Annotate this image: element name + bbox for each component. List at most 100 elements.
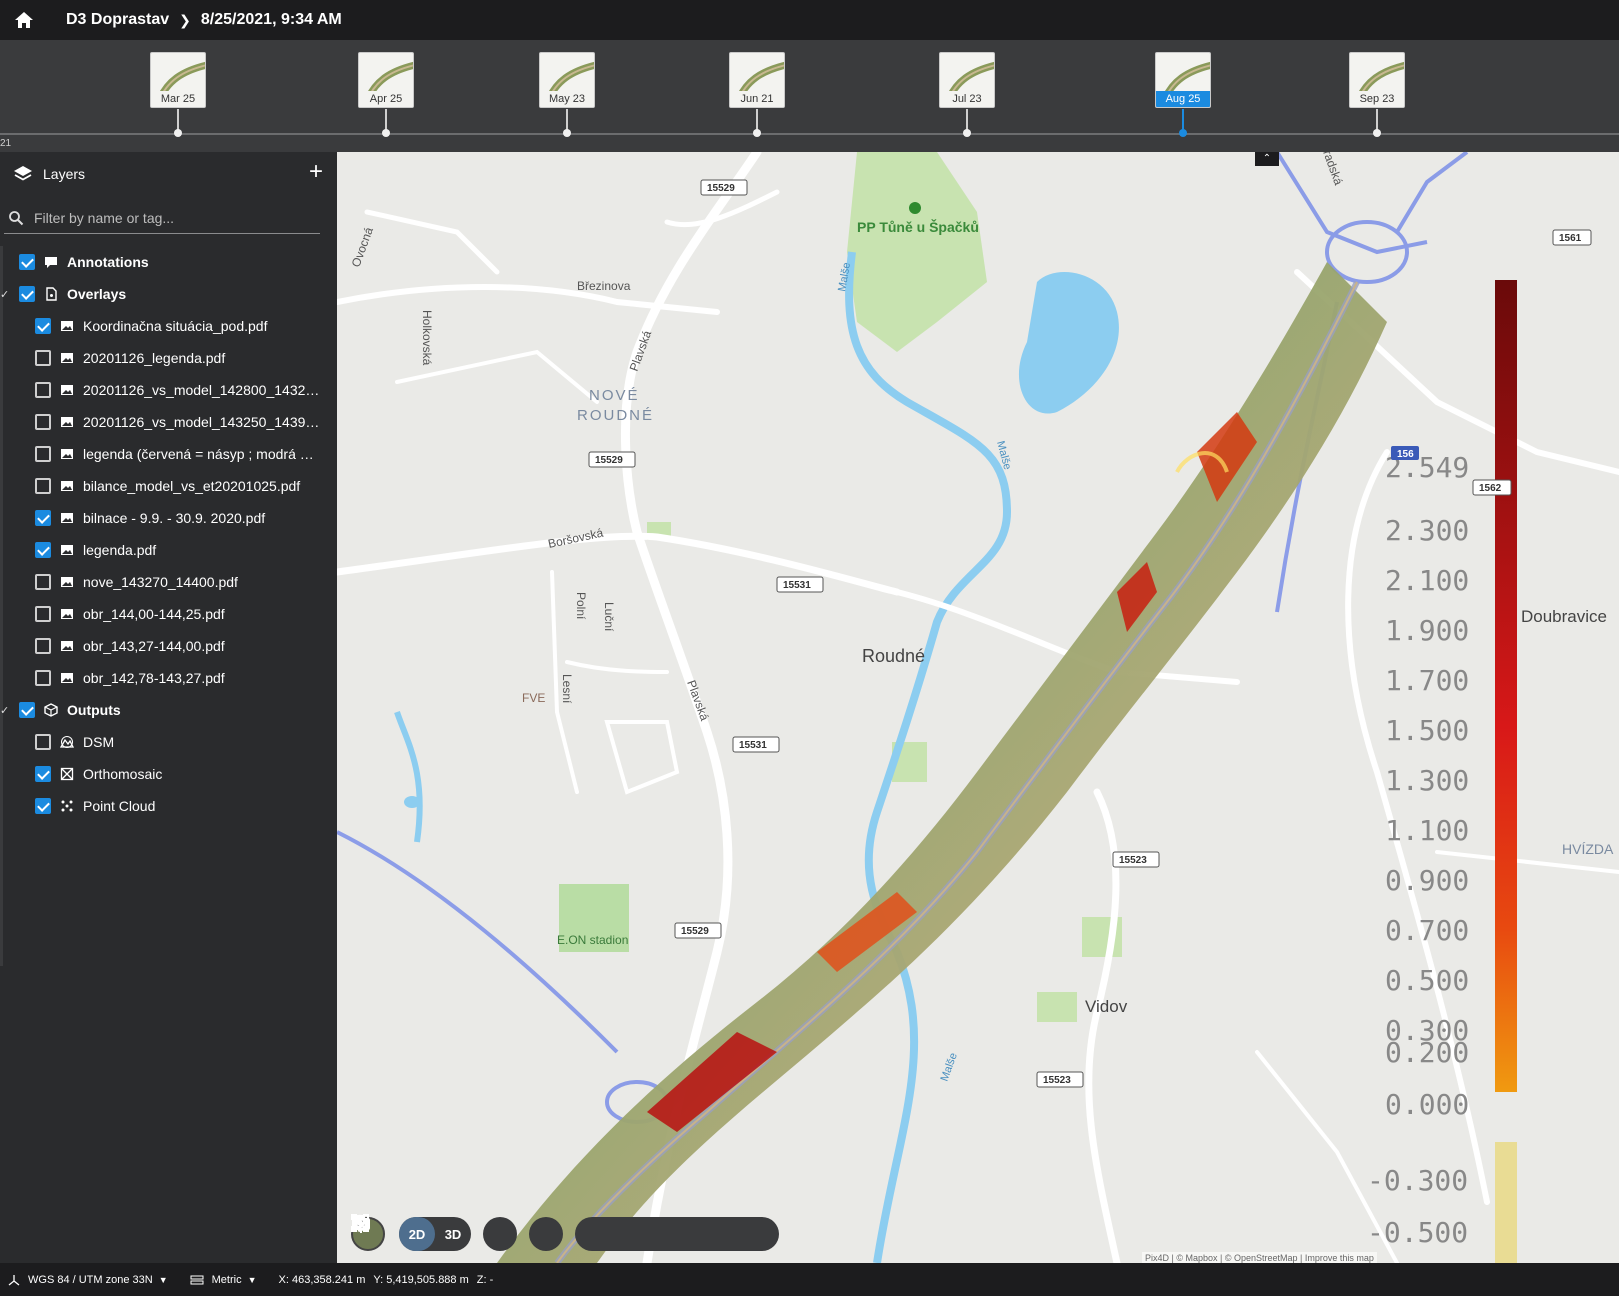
map-attribution[interactable]: Pix4D | © Mapbox | © OpenStreetMap | Imp… (1142, 1252, 1377, 1263)
timeline-dot[interactable] (1179, 129, 1187, 137)
timeline-thumbnail[interactable]: Sep 23 (1349, 52, 1405, 108)
overlay-item[interactable]: obr_144,00-144,25.pdf (0, 598, 337, 630)
overlay-item[interactable]: legenda.pdf (0, 534, 337, 566)
timeline-dot[interactable] (1373, 129, 1381, 137)
layer-group-overlays[interactable]: ✓ Overlays (0, 278, 337, 310)
checkbox[interactable] (35, 606, 51, 622)
layer-group-outputs[interactable]: ✓ Outputs (0, 694, 337, 726)
overlay-item[interactable]: obr_143,27-144,00.pdf (0, 630, 337, 662)
legend-tick: 1.100 (1385, 814, 1469, 847)
collapse-timeline-button[interactable]: ⌃ (1255, 152, 1279, 166)
mode-3d-button[interactable]: 3D (435, 1217, 471, 1251)
checkbox[interactable] (35, 670, 51, 686)
timeline-item[interactable]: Jun 21 (729, 52, 787, 137)
timeline-thumbnail[interactable]: Aug 25 (1155, 52, 1211, 108)
layer-search-input[interactable] (34, 209, 304, 226)
overlay-item[interactable]: 20201126_vs_model_142800_143200.pdf (0, 374, 337, 406)
settings-button[interactable] (353, 1216, 563, 1251)
lake (1018, 272, 1119, 414)
timeline-dot[interactable] (963, 129, 971, 137)
units-selector[interactable]: Metric ▼ (190, 1274, 257, 1286)
breadcrumb-date[interactable]: 8/25/2021, 9:34 AM (201, 11, 342, 29)
map-view[interactable]: 2.549 2.300 2.100 1.900 1.700 1.500 1.30… (337, 152, 1619, 1263)
timeline-thumbnail[interactable]: Apr 25 (358, 52, 414, 108)
legend-tick: 2.300 (1385, 514, 1469, 547)
timeline-dot[interactable] (753, 129, 761, 137)
timeline-thumbnail[interactable]: Jul 23 (939, 52, 995, 108)
image-icon (61, 609, 73, 619)
timeline-item[interactable]: May 23 (539, 52, 597, 137)
overlay-item[interactable]: nove_143270_14400.pdf (0, 566, 337, 598)
checkbox[interactable] (35, 446, 51, 462)
map-canvas[interactable]: 2.549 2.300 2.100 1.900 1.700 1.500 1.30… (337, 152, 1619, 1263)
zoom-out-button[interactable] (352, 1215, 773, 1251)
expand-arrow-icon[interactable]: ✓ (0, 288, 9, 301)
timeline-stem (1182, 109, 1184, 131)
checkbox[interactable] (35, 638, 51, 654)
timeline-item[interactable]: Sep 23 (1349, 52, 1407, 137)
checkbox[interactable] (35, 734, 51, 750)
overlay-item[interactable]: 20201126_vs_model_143250_143950.pdf (0, 406, 337, 438)
output-item-orthomosaic[interactable]: Orthomosaic (0, 758, 337, 790)
timeline-thumbnail[interactable]: Jun 21 (729, 52, 785, 108)
zoom-in-button[interactable] (352, 1215, 741, 1251)
overlay-item[interactable]: obr_142,78-143,27.pdf (0, 662, 337, 694)
bookmark-button[interactable] (352, 1215, 613, 1251)
timeline-item[interactable]: Mar 25 (150, 52, 208, 137)
home-button[interactable] (0, 0, 48, 40)
checkbox[interactable] (35, 510, 51, 526)
checkbox[interactable] (35, 382, 51, 398)
label-vidov: Vidov (1085, 997, 1128, 1016)
checkbox[interactable] (35, 478, 51, 494)
timeline-stem (1376, 109, 1378, 131)
checkbox[interactable] (35, 574, 51, 590)
layer-label: obr_143,27-144,00.pdf (83, 638, 225, 654)
checkbox[interactable] (35, 766, 51, 782)
layer-label: nove_143270_14400.pdf (83, 574, 238, 590)
timeline-dot[interactable] (382, 129, 390, 137)
north-arrow-button[interactable] (352, 1214, 517, 1251)
timeline-item[interactable]: Jul 23 (939, 52, 997, 137)
checkbox[interactable] (35, 798, 51, 814)
checkbox[interactable] (35, 350, 51, 366)
checkbox[interactable] (35, 542, 51, 558)
layer-group-annotations[interactable]: Annotations (0, 246, 337, 278)
checkbox-outputs[interactable] (19, 702, 35, 718)
locate-button[interactable] (352, 1215, 677, 1251)
checkbox-annotations[interactable] (19, 254, 35, 270)
image-icon (61, 513, 73, 523)
overlay-item[interactable]: Koordinačna situácia_pod.pdf (0, 310, 337, 342)
timeline-date-label: Sep 23 (1350, 91, 1404, 107)
timeline-dot[interactable] (563, 129, 571, 137)
output-item-point-cloud[interactable]: Point Cloud (0, 790, 337, 822)
expand-arrow-icon[interactable]: ✓ (0, 704, 9, 717)
checkbox-overlays[interactable] (19, 286, 35, 302)
timeline-thumbnail[interactable]: May 23 (539, 52, 595, 108)
checkbox[interactable] (35, 318, 51, 334)
overlay-item[interactable]: bilance_model_vs_et20201025.pdf (0, 470, 337, 502)
timeline-item[interactable]: Apr 25 (358, 52, 416, 137)
timeline-dot[interactable] (174, 129, 182, 137)
dsm-icon (60, 736, 74, 748)
screenshot-button[interactable] (352, 1215, 645, 1251)
output-item-dsm[interactable]: DSM (0, 726, 337, 758)
road-badge: 15529 (595, 455, 623, 466)
timeline-date-label: Jun 21 (730, 91, 784, 107)
plus-icon[interactable]: + (309, 160, 323, 184)
overlay-item[interactable]: legenda (červená = násyp ; modrá = výkop… (0, 438, 337, 470)
timeline-stem (756, 109, 758, 131)
timeline-item-active[interactable]: Aug 25 (1155, 52, 1213, 137)
checkbox[interactable] (35, 414, 51, 430)
map-toolbar: 2D 3D (351, 1214, 779, 1254)
fit-view-button[interactable] (351, 1214, 709, 1251)
mode-2d-button[interactable]: 2D (399, 1217, 435, 1251)
timeline-thumbnail[interactable]: Mar 25 (150, 52, 206, 108)
river-malse (845, 251, 1012, 1263)
image-icon (61, 641, 73, 651)
label-hvizda: HVÍZDA (1562, 841, 1614, 857)
overlay-item[interactable]: 20201126_legenda.pdf (0, 342, 337, 374)
crs-selector[interactable]: WGS 84 / UTM zone 33N ▼ (8, 1274, 168, 1286)
label-radska: radská (1320, 152, 1346, 187)
overlay-item[interactable]: bilnace - 9.9. - 30.9. 2020.pdf (0, 502, 337, 534)
breadcrumb-project[interactable]: D3 Doprastav (66, 11, 169, 29)
